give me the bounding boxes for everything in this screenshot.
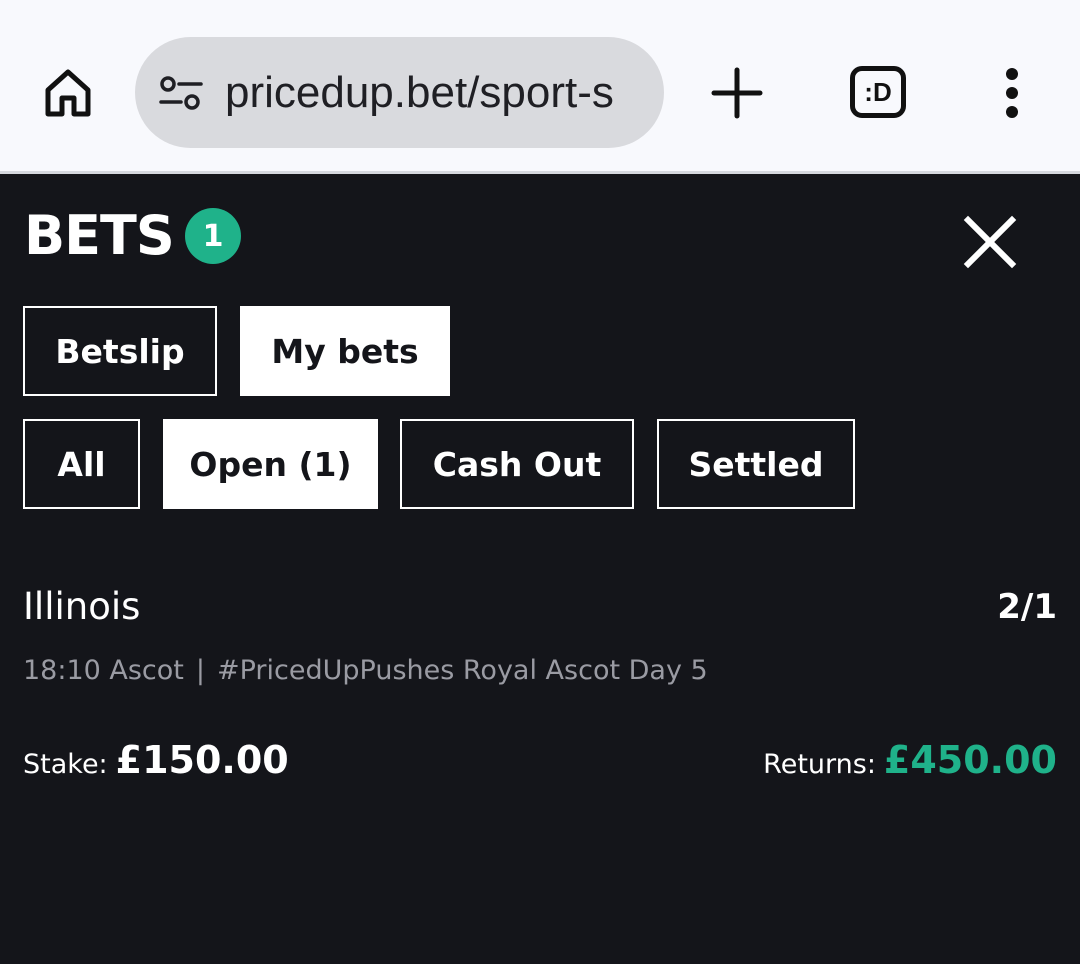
address-bar[interactable]: pricedup.bet/sport-s [135, 37, 664, 148]
site-settings-icon[interactable] [159, 75, 203, 111]
bets-panel: BETS 1 Betslip My bets All Open (1) Cash… [0, 174, 1080, 964]
close-icon[interactable] [960, 212, 1020, 272]
url-text[interactable]: pricedup.bet/sport-s [225, 37, 641, 148]
returns-value: £450.00 [883, 738, 1057, 782]
plus-icon[interactable] [710, 66, 764, 120]
tab-switcher-button[interactable]: :D [850, 66, 906, 118]
bet-event-market: #PricedUpPushes Royal Ascot Day 5 [217, 655, 708, 686]
event-separator: | [195, 655, 205, 686]
more-vert-icon[interactable] [996, 66, 1028, 120]
bets-count-badge: 1 [185, 208, 241, 264]
filter-tab-open[interactable]: Open (1) [163, 419, 378, 509]
filter-tab-all[interactable]: All [23, 419, 140, 509]
home-icon[interactable] [40, 64, 96, 120]
tab-betslip[interactable]: Betslip [23, 306, 217, 396]
bet-odds: 2/1 [997, 587, 1057, 627]
stake-row: Stake: £150.00 [23, 736, 289, 792]
bet-event-time: 18:10 Ascot [23, 655, 184, 686]
browser-toolbar: pricedup.bet/sport-s :D [0, 0, 1080, 172]
bet-selection-name: Illinois [23, 585, 141, 628]
bet-event-info: 18:10 Ascot | #PricedUpPushes Royal Ascot … [23, 652, 708, 690]
filter-tab-settled[interactable]: Settled [657, 419, 855, 509]
returns-label: Returns: [763, 749, 876, 780]
stake-label: Stake: [23, 749, 108, 780]
returns-row: Returns: £450.00 [763, 736, 1057, 792]
tab-my-bets[interactable]: My bets [240, 306, 450, 396]
stake-value: £150.00 [115, 738, 289, 782]
page-title: BETS [24, 204, 175, 267]
filter-tab-cash-out[interactable]: Cash Out [400, 419, 634, 509]
